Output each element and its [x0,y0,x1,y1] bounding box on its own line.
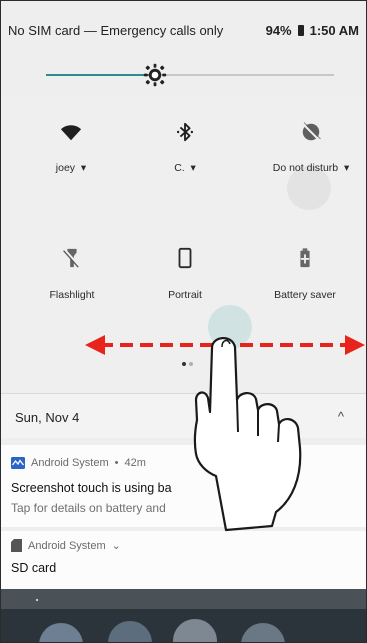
notification-title: Screenshot touch is using ba [11,481,172,495]
screen: No SIM card — Emergency calls only 94% 1… [0,0,367,643]
page-dot-active [182,362,186,366]
notification-header: Android System • 42m [11,457,146,469]
notification-card[interactable]: Android System • 42m Screenshot touch is… [1,445,366,527]
tile-label-portrait: Portrait [168,289,202,301]
notification-app-name: Android System [28,539,106,552]
notification-app-name: Android System [31,457,109,469]
page-dot [189,362,193,366]
brightness-fill [46,74,155,76]
background-bubble [208,305,252,349]
tile-label-bluetooth: C. ▾ [174,162,196,174]
tile-portrait[interactable]: Portrait [135,247,235,301]
brightness-slider[interactable] [46,63,334,87]
android-system-icon [11,457,25,469]
tile-wifi[interactable]: joey ▾ [21,121,121,174]
portrait-icon [178,247,192,269]
tile-bluetooth[interactable]: C. ▾ [135,121,235,174]
tile-label-flashlight: Flashlight [49,289,95,301]
tile-label-battery-saver: Battery saver [274,289,336,301]
expand-chevron-icon[interactable]: ⌄ [112,539,121,552]
notification-header: Android System ⌄ [11,539,121,552]
date-row[interactable]: Sun, Nov 4 ^ [1,393,366,438]
status-right-group: 94% 1:50 AM [266,23,359,38]
tile-flashlight[interactable]: Flashlight [22,247,122,301]
sd-card-icon [11,539,22,552]
battery-saver-icon [300,248,310,268]
battery-icon [297,25,304,36]
notification-body: Tap for details on battery and [11,501,166,515]
notification-separator: • [114,457,119,469]
notification-card[interactable]: Android System ⌄ SD card [1,531,366,589]
battery-percent: 94% [265,23,292,38]
bluetooth-icon [176,122,194,142]
dock-icon[interactable] [241,623,285,642]
tile-label-do-not-disturb: Do not disturb ▾ [272,162,350,174]
wifi-icon [60,125,82,141]
dot-mark [36,599,38,601]
date-text: Sun, Nov 4 [15,410,80,425]
tile-do-not-disturb[interactable]: Do not disturb ▾ [261,121,361,174]
status-bar: No SIM card — Emergency calls only 94% 1… [1,1,366,49]
do-not-disturb-icon [302,122,321,141]
flashlight-icon [63,248,81,268]
tile-label-wifi: joey ▾ [55,162,87,174]
tile-battery-saver[interactable]: Battery saver [255,247,355,301]
dock-icon[interactable] [173,619,217,642]
collapse-chevron-icon[interactable]: ^ [338,409,344,424]
clock-time: 1:50 AM [309,23,359,38]
brightness-icon[interactable] [143,63,167,87]
dock-icon[interactable] [39,623,83,642]
notification-title: SD card [11,561,57,575]
home-screen-background [1,589,366,642]
carrier-status-text: No SIM card — Emergency calls only [8,23,224,38]
notification-time: 42m [124,457,146,469]
scrim-band [1,589,366,609]
dock-icon[interactable] [108,621,152,642]
